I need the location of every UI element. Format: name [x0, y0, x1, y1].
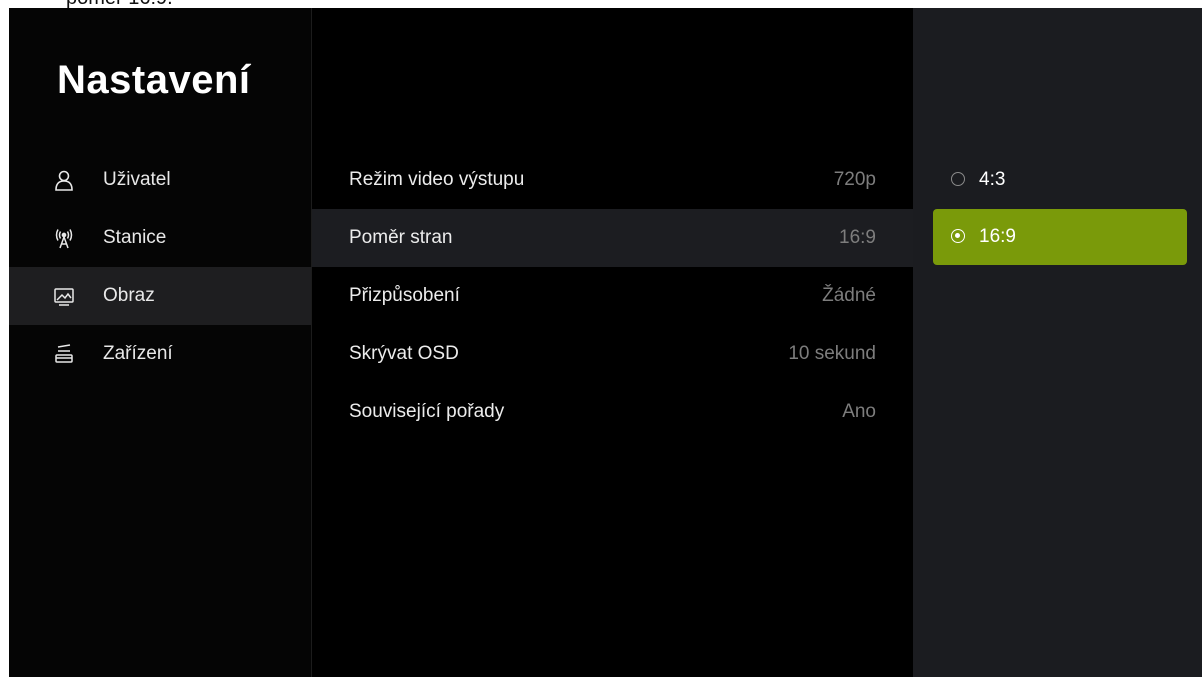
- setting-fit[interactable]: Přizpůsobení Žádné: [312, 267, 913, 325]
- radio-selected-icon: [951, 229, 965, 243]
- setting-value: 10 sekund: [788, 343, 876, 364]
- settings-list: Režim video výstupu 720p Poměr stran 16:…: [312, 8, 913, 677]
- sidebar-item-zarizeni[interactable]: Zařízení: [9, 325, 311, 383]
- setting-value: 720p: [833, 169, 876, 190]
- user-icon: [53, 169, 75, 191]
- radio-unselected-icon: [951, 172, 965, 186]
- setting-name: Související pořady: [349, 401, 505, 422]
- setting-video-output-mode[interactable]: Režim video výstupu 720p: [312, 151, 913, 209]
- setting-aspect-ratio[interactable]: Poměr stran 16:9: [312, 209, 913, 267]
- picture-icon: [53, 285, 75, 307]
- option-label: 16:9: [979, 226, 1016, 247]
- setting-name: Poměr stran: [349, 227, 453, 248]
- sidebar-item-label: Stanice: [103, 227, 167, 248]
- setting-related-shows[interactable]: Související pořady Ano: [312, 383, 913, 441]
- option-16-9[interactable]: 16:9: [933, 209, 1187, 265]
- option-4-3[interactable]: 4:3: [933, 152, 1187, 208]
- page-title: Nastavení: [57, 58, 251, 102]
- sidebar-item-label: Zařízení: [103, 343, 173, 364]
- sidebar-item-label: Uživatel: [103, 169, 171, 190]
- sidebar: Nastavení Uživatel Stanice Obraz Zařízen…: [9, 8, 312, 677]
- setting-name: Přizpůsobení: [349, 285, 460, 306]
- caption-strip: poměr 16:9.: [0, 0, 1202, 8]
- device-icon: [53, 343, 75, 365]
- radio-dot: [955, 233, 960, 238]
- option-label: 4:3: [979, 169, 1006, 190]
- sidebar-item-obraz[interactable]: Obraz: [9, 267, 311, 325]
- setting-hide-osd[interactable]: Skrývat OSD 10 sekund: [312, 325, 913, 383]
- setting-value: Žádné: [822, 285, 876, 306]
- tv-screen: Nastavení Uživatel Stanice Obraz Zařízen…: [9, 8, 1202, 677]
- options-panel: 4:3 16:9: [913, 8, 1202, 677]
- setting-value: 16:9: [839, 227, 876, 248]
- sidebar-item-uzivatel[interactable]: Uživatel: [9, 151, 311, 209]
- setting-name: Skrývat OSD: [349, 343, 459, 364]
- sidebar-item-stanice[interactable]: Stanice: [9, 209, 311, 267]
- sidebar-item-label: Obraz: [103, 285, 155, 306]
- setting-value: Ano: [842, 401, 876, 422]
- antenna-icon: [53, 227, 75, 249]
- setting-name: Režim video výstupu: [349, 169, 525, 190]
- caption-text: poměr 16:9.: [66, 0, 173, 8]
